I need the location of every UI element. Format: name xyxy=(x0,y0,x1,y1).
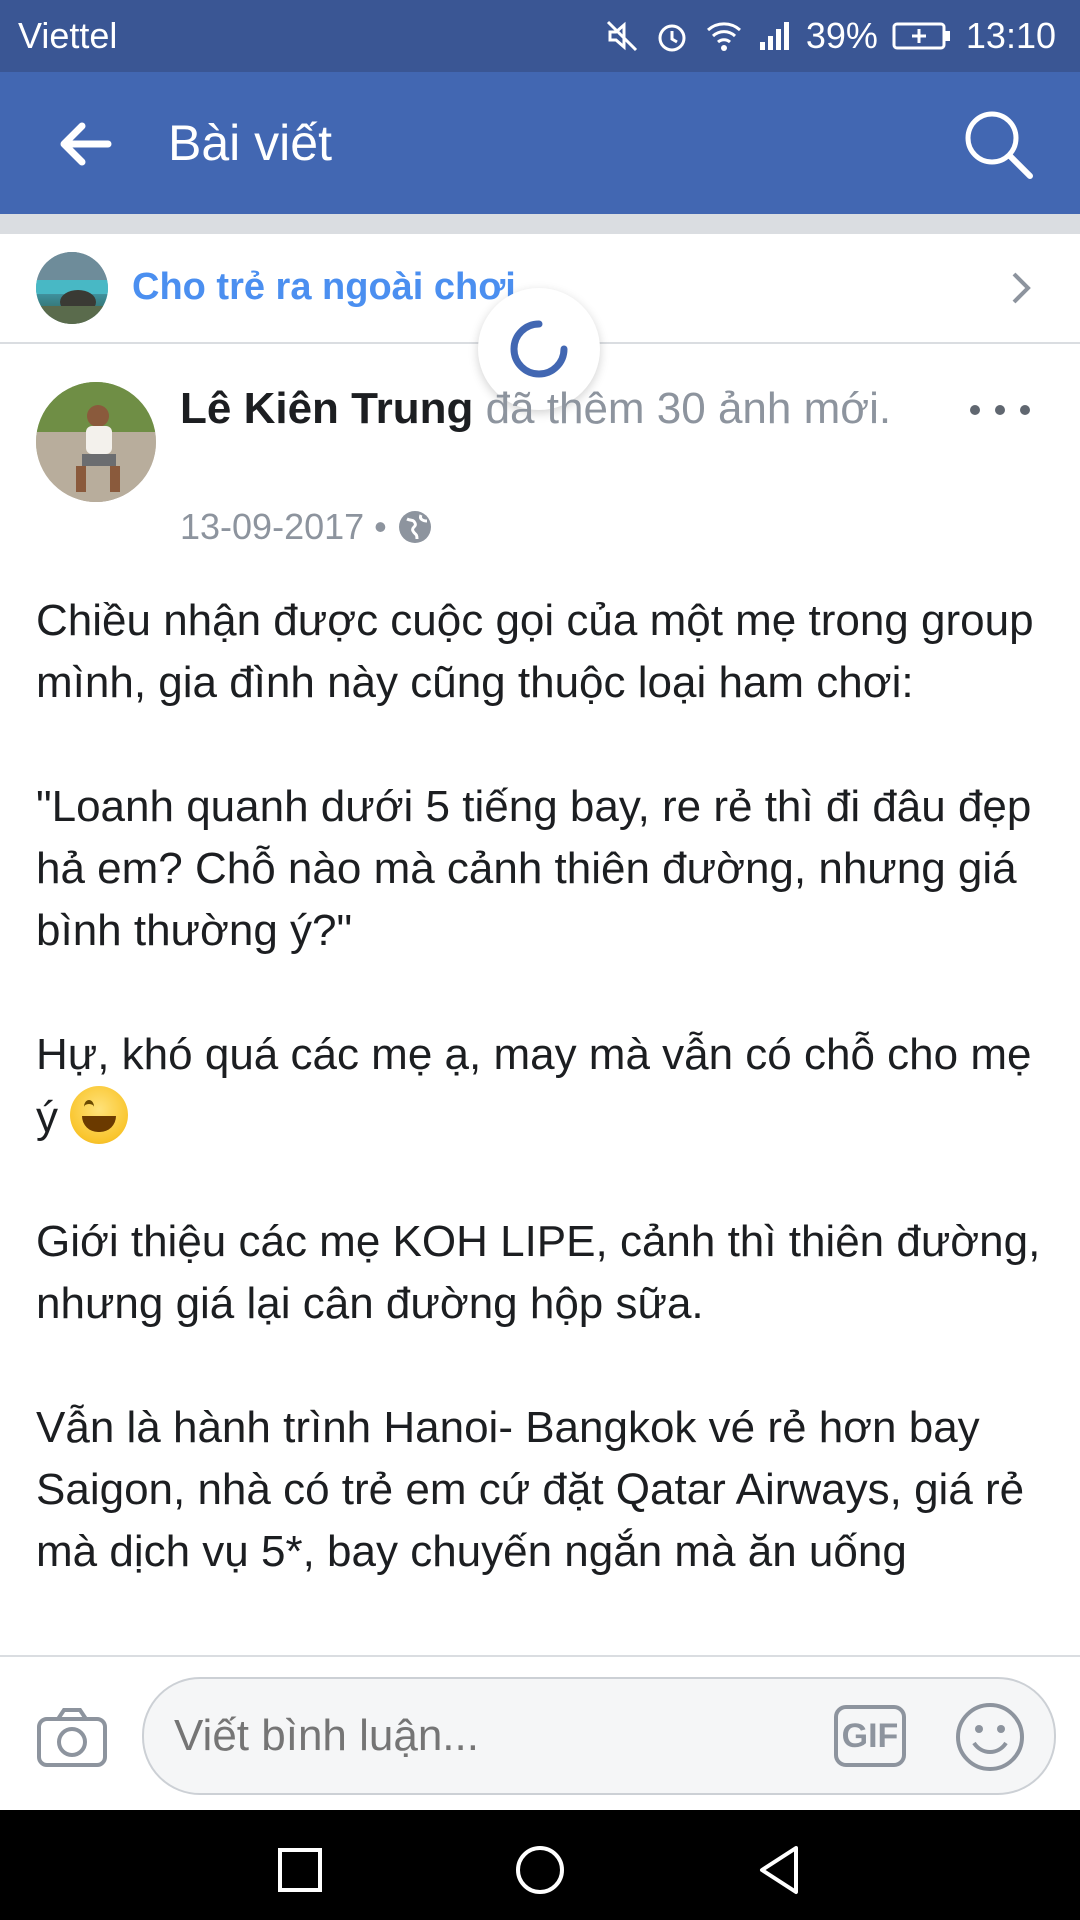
search-icon xyxy=(965,111,1033,179)
search-button[interactable] xyxy=(958,104,1038,184)
more-dot xyxy=(1020,405,1030,415)
back-nav-icon[interactable] xyxy=(750,1840,810,1900)
more-dot xyxy=(970,405,980,415)
camera-icon[interactable] xyxy=(36,1705,108,1769)
back-arrow-icon xyxy=(60,122,112,166)
chevron-right-icon xyxy=(1012,272,1031,304)
divider xyxy=(0,214,1080,234)
post-paragraph-text: Hự, khó quá các mẹ ạ, may mà vẫn có chỗ … xyxy=(36,1030,1044,1142)
post-action: đã thêm 30 ảnh mới. xyxy=(473,384,892,433)
clock: 13:10 xyxy=(965,15,1056,56)
comment-bar: GIF xyxy=(0,1655,1080,1810)
carrier-label: Viettel xyxy=(18,15,118,56)
app-bar: Bài viết xyxy=(0,72,1080,214)
globe-icon xyxy=(398,511,431,543)
smiley-icon[interactable] xyxy=(954,1701,1026,1773)
post-meta: 13-09-2017 • xyxy=(180,506,433,548)
gif-button[interactable]: GIF xyxy=(834,1705,906,1767)
meta-separator: • xyxy=(374,506,387,547)
more-options-button[interactable] xyxy=(970,390,1030,430)
recents-icon[interactable] xyxy=(270,1840,330,1900)
mute-icon xyxy=(604,18,640,54)
signal-icon xyxy=(758,20,792,52)
alarm-icon xyxy=(654,18,690,54)
group-name: Cho trẻ ra ngoài chơi xyxy=(132,266,516,308)
more-dot xyxy=(995,405,1005,415)
wifi-icon xyxy=(704,18,744,54)
group-thumbnail xyxy=(36,252,108,324)
post-paragraph: "Loanh quanh dưới 5 tiếng bay, re rẻ thì… xyxy=(36,782,1044,955)
author-avatar[interactable] xyxy=(36,382,156,502)
post-paragraph: Chiều nhận được cuộc gọi của một mẹ tron… xyxy=(36,596,1046,707)
post-date[interactable]: 13-09-2017 xyxy=(180,506,364,548)
post-headline: Lê Kiên Trung đã thêm 30 ảnh mới. xyxy=(180,380,900,438)
author-name[interactable]: Lê Kiên Trung xyxy=(180,384,473,433)
post-body: Chiều nhận được cuộc gọi của một mẹ tron… xyxy=(36,590,1056,1645)
comment-input[interactable] xyxy=(142,1677,1056,1795)
post-paragraph: Giới thiệu các mẹ KOH LIPE, cảnh thì thi… xyxy=(36,1217,1053,1328)
home-icon[interactable] xyxy=(510,1840,570,1900)
laughing-emoji-icon xyxy=(70,1086,129,1144)
post-paragraph: Hự, khó quá các mẹ ạ, may mà vẫn có chỗ … xyxy=(36,1024,1056,1149)
navigation-bar xyxy=(0,1810,1080,1920)
post-paragraph: Vẫn là hành trình Hanoi- Bangkok vé rẻ h… xyxy=(36,1403,1037,1576)
battery-icon xyxy=(892,21,952,51)
status-icons: 39% 13:10 xyxy=(604,15,1056,57)
spinner-icon xyxy=(510,320,568,378)
battery-percent: 39% xyxy=(805,15,878,56)
back-button[interactable] xyxy=(52,112,116,176)
page-title: Bài viết xyxy=(168,115,332,171)
status-bar: Viettel 39% 13:10 xyxy=(0,0,1080,72)
